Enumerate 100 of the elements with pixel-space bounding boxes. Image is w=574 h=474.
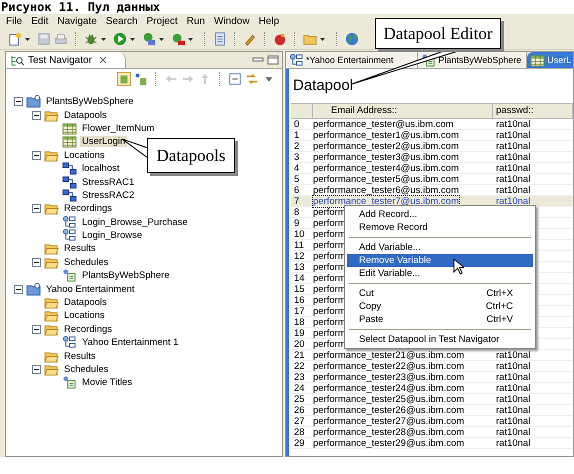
row-number: 11 — [293, 240, 305, 250]
menu-item[interactable]: Edit Variable... — [347, 267, 533, 280]
flowchart-icon — [62, 336, 77, 350]
menu-item[interactable]: Window — [214, 16, 250, 27]
table-row[interactable]: 3 performance_tester3@us.ibm.com rat10nal — [291, 152, 573, 163]
table-row[interactable]: 26 performance_tester26@us.ibm.com rat10nal — [291, 405, 573, 416]
bug-icon[interactable] — [84, 32, 98, 46]
run-icon[interactable] — [113, 32, 127, 46]
new-file-icon[interactable] — [8, 32, 22, 46]
editor-tab[interactable]: PlantsByWebSphere — [418, 52, 528, 68]
tree-item[interactable]: Login_Browse — [80, 230, 144, 242]
menu-item[interactable]: Remove Variable — [347, 254, 533, 267]
table-cell: rat10nal — [496, 416, 530, 427]
column-header[interactable]: Email Address:: — [313, 104, 493, 118]
row-number: 24 — [293, 383, 306, 393]
tree-item[interactable]: Movie Titles — [80, 377, 134, 388]
collapse-icon[interactable] — [32, 150, 41, 160]
table-row[interactable]: 4 performance_tester4@us.ibm.com rat10nal — [291, 163, 573, 174]
tree-item[interactable]: Schedules — [62, 256, 110, 268]
ball-icon[interactable] — [273, 32, 287, 46]
collapse-icon[interactable] — [32, 204, 41, 214]
menu-item[interactable]: Select Datapool in Test Navigator — [347, 333, 533, 346]
menu-item[interactable]: Remove Record — [347, 221, 533, 234]
row-number: 26 — [293, 405, 306, 415]
tree-item[interactable]: localhost — [80, 163, 122, 174]
table-row[interactable]: 24 performance_tester24@us.ibm.com rat10nal — [291, 383, 573, 394]
editor-tab[interactable]: UserL — [527, 52, 573, 68]
view-tab[interactable]: Test Navigator — [6, 52, 126, 68]
table-row[interactable]: 21 performance_tester21@us.ibm.com rat10nal — [291, 350, 573, 361]
table-cell: perform — [313, 207, 346, 218]
close-icon[interactable] — [98, 56, 107, 64]
pen-icon[interactable] — [243, 32, 257, 46]
menu-item[interactable]: File — [6, 16, 22, 27]
tree-item[interactable]: Yahoo Entertainment — [44, 284, 137, 295]
table-row[interactable]: 2 performance_tester2@us.ibm.com rat10nal — [291, 141, 573, 152]
table-cell: perform — [313, 218, 346, 229]
table-row[interactable]: 5 performance_tester5@us.ibm.com rat10nal — [291, 174, 573, 185]
tree-item[interactable]: Results — [62, 243, 98, 254]
tree-item[interactable]: Results — [62, 350, 98, 362]
collapse-icon[interactable] — [32, 110, 41, 120]
tree-item[interactable]: StressRAC2 — [80, 190, 136, 201]
collapse-icon[interactable] — [32, 324, 41, 334]
menu-item[interactable]: Project — [146, 16, 178, 27]
tree-item[interactable]: Login_Browse_Purchase — [80, 216, 190, 228]
dropdown-caret-icon[interactable] — [320, 38, 325, 40]
tree-item[interactable]: Locations — [62, 310, 107, 322]
dropdown-caret-icon[interactable] — [25, 38, 30, 40]
tree-item[interactable]: Recordings — [62, 324, 114, 335]
table-row[interactable]: 0 performance_tester@us.ibm.com rat10nal — [291, 119, 573, 130]
layout-icon[interactable] — [134, 72, 148, 86]
row-number: 9 — [293, 218, 300, 228]
menu-item[interactable]: Paste Ctrl+V — [347, 313, 533, 326]
table-row[interactable]: 28 performance_tester28@us.ibm.com rat10nal — [291, 427, 573, 438]
tree-item[interactable]: Datapools — [62, 110, 109, 121]
document-icon[interactable] — [213, 32, 227, 46]
tree-item[interactable]: Locations — [62, 150, 107, 161]
table-cell: perform — [313, 273, 346, 284]
collapse-icon[interactable] — [14, 284, 23, 294]
menu-item[interactable]: Add Variable... — [347, 241, 533, 254]
dropdown-caret-icon[interactable] — [188, 38, 193, 40]
menu-item[interactable]: Copy Ctrl+C — [347, 300, 533, 313]
external-tools-icon[interactable] — [171, 32, 185, 46]
folder-icon — [44, 256, 59, 269]
menu-item[interactable]: Cut Ctrl+X — [347, 287, 533, 300]
table-cell: perform — [313, 306, 346, 317]
menu-item[interactable]: Add Record... — [347, 208, 533, 221]
menu-item[interactable]: Help — [258, 16, 280, 27]
maximize-icon[interactable] — [267, 55, 279, 65]
collapse-all-icon[interactable] — [228, 72, 242, 86]
tree-item[interactable]: Yahoo Entertainment 1 — [80, 337, 180, 348]
tree-item[interactable]: PlantsByWebSphere — [44, 96, 136, 108]
tree-item[interactable]: Schedules — [62, 364, 110, 375]
table-cell: perform — [313, 262, 346, 273]
tree-item[interactable]: Flower_ItemNum — [80, 122, 156, 134]
table-row[interactable]: 1 performance_tester1@us.ibm.com rat10nal — [291, 130, 573, 141]
table-row[interactable]: 25 performance_tester25@us.ibm.com rat10nal — [291, 394, 573, 405]
menu-item[interactable]: Search — [106, 16, 138, 27]
table-row[interactable]: 29 performance_tester29@us.ibm.com rat10nal — [291, 438, 573, 449]
tree-item[interactable]: Datapools — [62, 297, 109, 308]
table-row[interactable]: 22 performance_tester22@us.ibm.com rat10nal — [291, 361, 573, 372]
table-row[interactable]: 27 performance_tester27@us.ibm.com rat10nal — [291, 416, 573, 427]
menu-item[interactable]: Edit — [31, 16, 48, 27]
column-header[interactable]: passwd:: — [493, 104, 573, 118]
tree-item[interactable]: StressRAC1 — [80, 176, 136, 188]
menu-item[interactable]: Run — [186, 16, 205, 27]
folder-icon — [44, 350, 59, 363]
collapse-icon[interactable] — [32, 365, 41, 374]
menu-item[interactable]: Navigate — [57, 16, 97, 27]
table-row[interactable]: 23 performance_tester23@us.ibm.com rat10nal — [291, 372, 573, 383]
dropdown-caret-icon[interactable] — [130, 38, 135, 40]
tree-item[interactable]: UserLogin — [80, 136, 128, 148]
dropdown-caret-icon[interactable] — [101, 38, 106, 40]
row-number: 8 — [293, 207, 300, 217]
collapse-icon[interactable] — [14, 97, 23, 106]
tree-item[interactable]: PlantsByWebSphere — [80, 270, 172, 282]
editor-tab[interactable]: *Yahoo Entertainment — [286, 52, 418, 68]
dropdown-caret-icon[interactable] — [159, 38, 164, 40]
tree-item[interactable]: Recordings — [62, 203, 114, 214]
collapse-icon[interactable] — [32, 258, 41, 267]
globe-icon[interactable] — [345, 32, 359, 46]
